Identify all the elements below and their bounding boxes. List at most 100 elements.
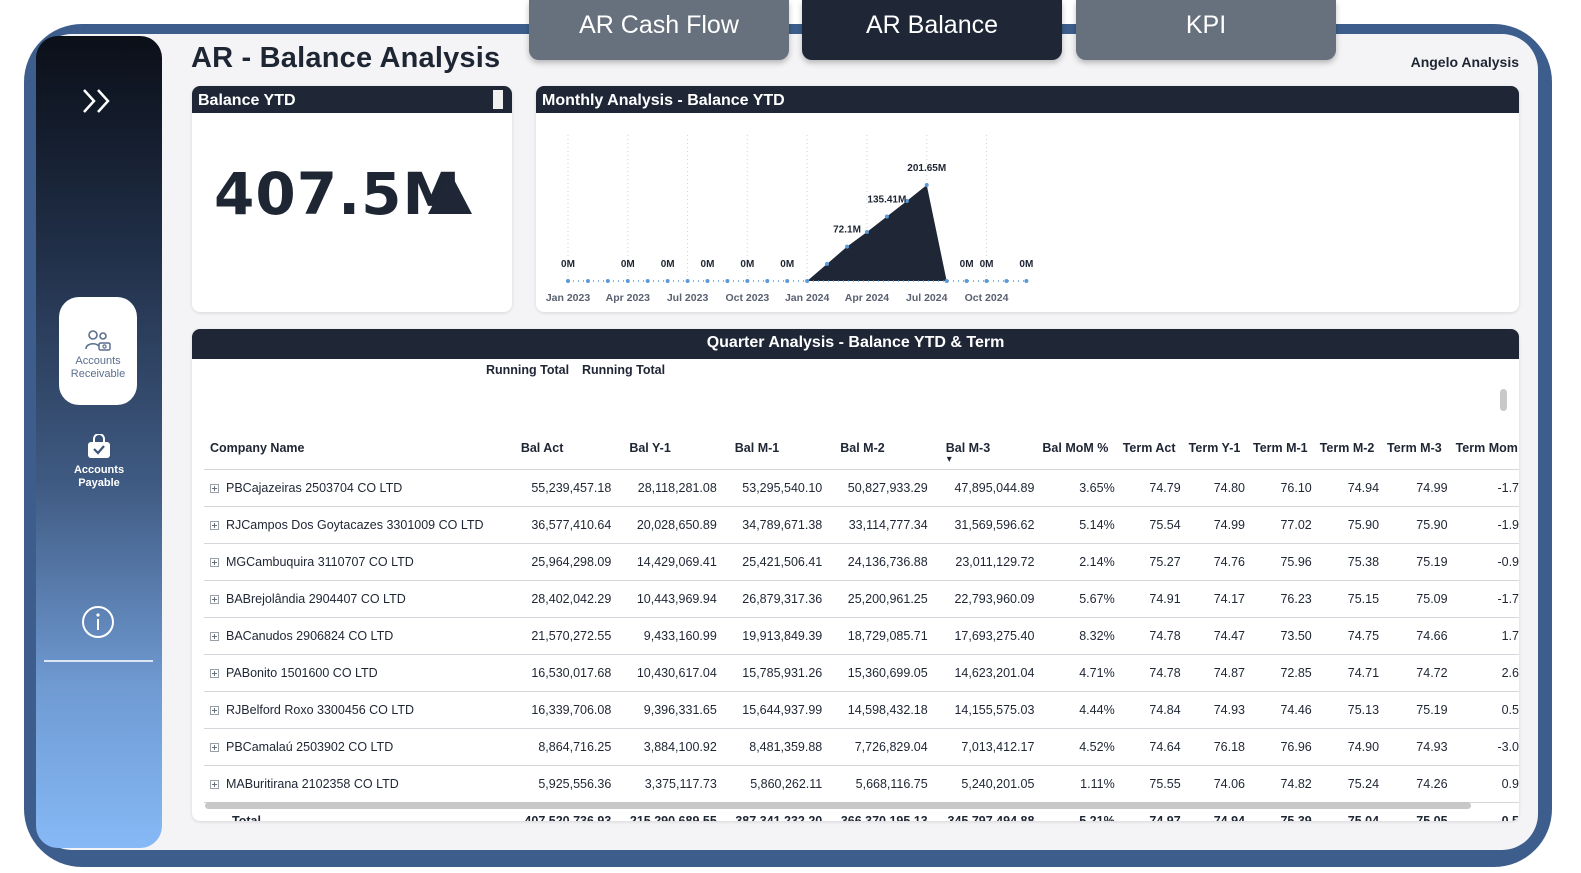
- data-point: [566, 279, 570, 283]
- column-header[interactable]: Term Y-1: [1185, 427, 1249, 470]
- value-cell: 74.80: [1184, 469, 1249, 507]
- users-money-icon: [85, 330, 111, 351]
- value-cell: 75.19: [1383, 691, 1452, 729]
- trend-up-icon: [428, 172, 472, 214]
- column-header[interactable]: Bal Act: [507, 427, 616, 470]
- expand-plus-icon[interactable]: [210, 669, 219, 678]
- company-name-cell: MGCambuquira 3110707 CO LTD: [204, 543, 507, 581]
- data-point: [685, 279, 690, 283]
- value-cell: 76.10: [1249, 469, 1316, 507]
- running-total-label: Running Total: [486, 363, 570, 377]
- value-cell: -0.9: [1451, 543, 1519, 581]
- tab-kpi[interactable]: KPI: [1076, 0, 1336, 60]
- expand-plus-icon[interactable]: [210, 706, 219, 715]
- value-cell: 75.96: [1249, 543, 1316, 581]
- value-cell: 8,481,359.88: [720, 728, 827, 766]
- quarter-table: Company Name Bal Act Bal Y-1 Bal M-1 Bal M-2…: [204, 427, 1519, 821]
- expand-plus-icon[interactable]: [210, 632, 219, 641]
- vertical-scrollbar[interactable]: [1500, 389, 1507, 411]
- column-header[interactable]: Bal M-3 ▾: [932, 427, 1039, 470]
- table-row[interactable]: RJBelford Roxo 3300456 CO LTD 16,339,706.…: [204, 691, 1519, 729]
- table-row[interactable]: BACanudos 2906824 CO LTD 21,570,272.55 9,4…: [204, 617, 1519, 655]
- value-cell: 74.47: [1184, 617, 1249, 655]
- table-row[interactable]: MABuritirana 2102358 CO LTD 5,925,556.36 3…: [204, 765, 1519, 803]
- table-row[interactable]: BABrejolândia 2904407 CO LTD 28,402,042.2…: [204, 580, 1519, 618]
- tab-ar-cash-flow[interactable]: AR Cash Flow: [529, 0, 789, 60]
- kpi-card: Balance YTD 407.5M: [192, 86, 512, 312]
- value-cell: 75.19: [1383, 543, 1452, 581]
- nav-accounts-payable[interactable]: Accounts Payable: [59, 434, 139, 490]
- value-cell: 0.9: [1451, 765, 1519, 803]
- data-point: [884, 214, 889, 219]
- value-cell: 75.27: [1118, 543, 1185, 581]
- table-row[interactable]: PBCamalaú 2503902 CO LTD 8,864,716.25 3,88…: [204, 728, 1519, 766]
- horizontal-scrollbar[interactable]: [205, 802, 1471, 809]
- value-cell: 5,668,116.75: [826, 765, 932, 803]
- expand-plus-icon[interactable]: [210, 595, 219, 604]
- value-cell: 74.93: [1383, 728, 1452, 766]
- value-cell: 74.76: [1184, 543, 1249, 581]
- column-header[interactable]: Term M-1: [1249, 427, 1316, 470]
- value-cell: 75.13: [1315, 691, 1384, 729]
- value-cell: 1.11%: [1038, 765, 1119, 803]
- column-header[interactable]: Term Mom: [1452, 427, 1519, 470]
- expand-plus-icon[interactable]: [210, 780, 219, 789]
- expand-plus-icon[interactable]: [210, 484, 219, 493]
- value-cell: 17,693,275.40: [931, 617, 1039, 655]
- quarter-table-title: Quarter Analysis - Balance YTD & Term: [192, 329, 1519, 359]
- card-menu-handle[interactable]: [493, 90, 503, 109]
- x-tick-label: Jan 2023: [546, 292, 591, 304]
- value-cell: 47,895,044.89: [931, 469, 1039, 507]
- column-header[interactable]: Company Name: [204, 427, 507, 470]
- value-cell: 75.90: [1383, 506, 1452, 544]
- column-header[interactable]: Term M-2: [1316, 427, 1383, 470]
- table-row[interactable]: PABonito 1501600 CO LTD 16,530,017.68 10,4…: [204, 654, 1519, 692]
- sort-descending-icon: ▾: [946, 454, 952, 465]
- value-cell: 74.93: [1184, 691, 1249, 729]
- data-label: 72.1M: [833, 225, 861, 236]
- value-cell: 24,136,736.88: [826, 543, 932, 581]
- monthly-chart-title: Monthly Analysis - Balance YTD: [536, 86, 1519, 113]
- expand-plus-icon[interactable]: [210, 743, 219, 752]
- data-point: [1024, 279, 1029, 283]
- value-cell: 1.7: [1451, 617, 1519, 655]
- table-row[interactable]: RJCampos Dos Goytacazes 3301009 CO LTD 36…: [204, 506, 1519, 544]
- data-label: 0M: [661, 259, 675, 270]
- data-point: [805, 279, 810, 283]
- value-cell: -1.9: [1451, 506, 1519, 544]
- value-cell: 8,864,716.25: [506, 728, 616, 766]
- running-total-label: Running Total: [582, 363, 666, 377]
- value-cell: 75.54: [1118, 506, 1185, 544]
- shopping-bag-check-icon: [88, 434, 110, 458]
- expand-plus-icon[interactable]: [210, 521, 219, 530]
- value-cell: 36,577,410.64: [506, 506, 616, 544]
- data-point: [645, 279, 650, 283]
- column-header[interactable]: Bal M-2: [826, 427, 931, 470]
- value-cell: 75.90: [1315, 506, 1384, 544]
- value-cell: 74.64: [1118, 728, 1185, 766]
- info-icon[interactable]: [81, 605, 115, 639]
- expand-plus-icon[interactable]: [210, 558, 219, 567]
- kpi-value: 407.5M: [214, 160, 462, 228]
- tab-ar-balance[interactable]: AR Balance: [802, 0, 1062, 60]
- column-header[interactable]: Term M-3: [1383, 427, 1452, 470]
- nav-accounts-receivable[interactable]: Accounts Receivable: [59, 297, 137, 405]
- column-header[interactable]: Bal MoM %: [1038, 427, 1118, 470]
- value-cell: 74.06: [1184, 765, 1249, 803]
- value-cell: 75.09: [1383, 580, 1452, 618]
- value-cell: -3.0: [1451, 728, 1519, 766]
- company-name-cell: BACanudos 2906824 CO LTD: [204, 617, 507, 655]
- column-header[interactable]: Term Act: [1119, 427, 1185, 470]
- column-header[interactable]: Bal Y-1: [615, 427, 720, 470]
- value-cell: 15,360,699.05: [826, 654, 932, 692]
- data-label: 0M: [780, 259, 794, 270]
- table-body: PBCajazeiras 2503704 CO LTD 55,239,457.18…: [204, 469, 1519, 821]
- table-row[interactable]: PBCajazeiras 2503704 CO LTD 55,239,457.18…: [204, 469, 1519, 507]
- column-header[interactable]: Bal M-1: [721, 427, 826, 470]
- value-cell: 74.46: [1249, 691, 1316, 729]
- value-cell: 74.66: [1383, 617, 1452, 655]
- data-label: 0M: [980, 259, 994, 270]
- table-row[interactable]: MGCambuquira 3110707 CO LTD 25,964,298.09…: [204, 543, 1519, 581]
- double-chevron-right-icon[interactable]: [80, 86, 116, 116]
- value-cell: 74.78: [1118, 617, 1185, 655]
